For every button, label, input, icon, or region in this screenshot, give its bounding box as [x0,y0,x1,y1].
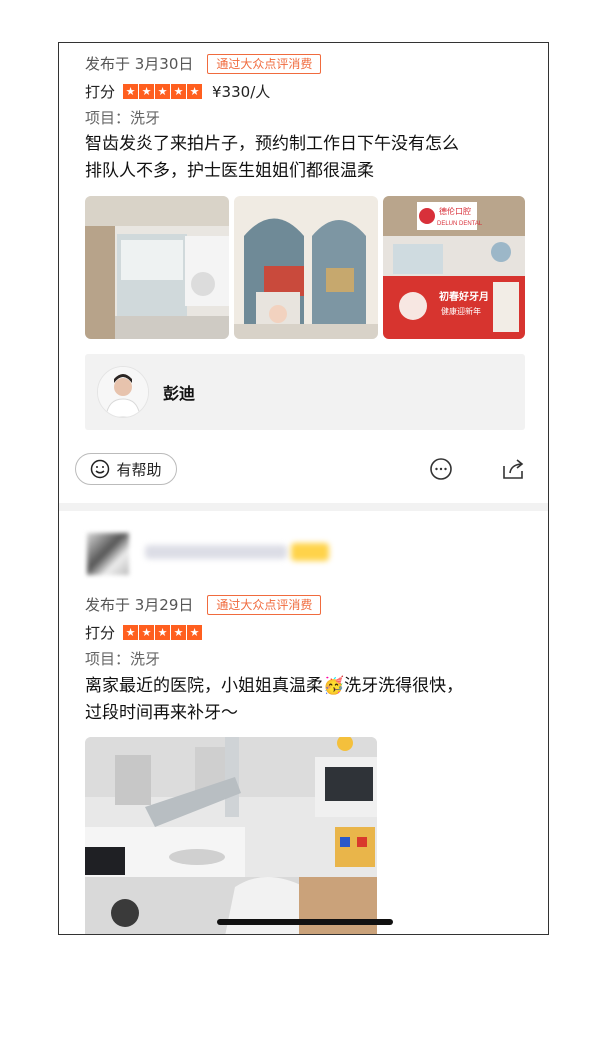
score-row: 打分 ★ ★ ★ ★ ★ [85,622,203,643]
photo-sign-text: 德伦口腔 [439,206,471,216]
score-row: 打分 ★ ★ ★ ★ ★ ¥330/人 [85,81,270,102]
review-text-line: 过段时间再来补牙～ [85,703,238,723]
review-feed: 发布于 3月30日 通过大众点评消费 打分 ★ ★ ★ ★ ★ ¥330/人 项… [58,42,549,935]
review-meta: 发布于 3月30日 通过大众点评消费 [85,53,322,74]
review-text-line: 智齿发炎了来拍片子，预约制工作日下午没有怎么 [85,134,459,154]
review-photo[interactable]: 德伦口腔 DELUN DENTAL 初春好牙月 健康迎新年 [383,196,525,339]
helpful-label: 有帮助 [116,460,162,479]
star-icon: ★ [139,84,155,99]
review-text-line: 离家最近的医院，小姐姐真温柔🥳洗牙洗得很快， [85,676,464,696]
review-date: 发布于 3月30日 [85,55,194,73]
blurred-username [145,545,287,559]
photo-banner-text: 初春好牙月 [439,290,489,303]
star-icon: ★ [123,625,139,640]
source-tag: 通过大众点评消费 [207,53,322,74]
service-item: 项目：洗牙 [85,109,161,127]
star-icon: ★ [155,84,171,99]
price-per-person: ¥330/人 [212,83,271,101]
star-rating: ★ ★ ★ ★ ★ [123,84,203,99]
share-icon[interactable] [501,457,525,481]
photo-banner-text: 健康迎新年 [441,306,481,316]
score-label: 打分 [85,624,116,642]
avatar[interactable] [87,533,129,575]
star-icon: ★ [139,625,155,640]
review-photo[interactable] [234,196,378,339]
avatar [97,366,149,418]
star-icon: ★ [187,625,203,640]
star-icon: ★ [155,625,171,640]
review-photo[interactable] [85,737,377,934]
star-icon: ★ [123,84,139,99]
source-tag: 通过大众点评消费 [207,594,322,615]
helpful-button[interactable]: 有帮助 [75,453,177,485]
review-text: 离家最近的医院，小姐姐真温柔🥳洗牙洗得很快， 过段时间再来补牙～ [85,673,525,727]
review-photo[interactable] [85,196,229,339]
star-icon: ★ [171,625,187,640]
star-icon: ★ [187,84,203,99]
doctor-card[interactable]: 彭迪 [85,354,525,430]
service-item: 项目：洗牙 [85,650,161,668]
review-text-line: 排队人不多，护士医生姐姐们都很温柔 [85,161,374,181]
smile-icon [91,459,110,479]
review-text: 智齿发炎了来拍片子，预约制工作日下午没有怎么 排队人不多，护士医生姐姐们都很温柔 [85,131,525,185]
comment-icon[interactable] [429,457,453,481]
star-icon: ★ [171,84,187,99]
review-divider [59,503,548,511]
star-rating: ★ ★ ★ ★ ★ [123,625,203,640]
review-date: 发布于 3月29日 [85,596,194,614]
home-indicator [217,919,393,925]
blurred-badge [291,543,329,561]
doctor-name: 彭迪 [163,384,196,403]
review-meta: 发布于 3月29日 通过大众点评消费 [85,594,322,615]
score-label: 打分 [85,83,116,101]
photo-sign-text: DELUN DENTAL [437,221,483,227]
